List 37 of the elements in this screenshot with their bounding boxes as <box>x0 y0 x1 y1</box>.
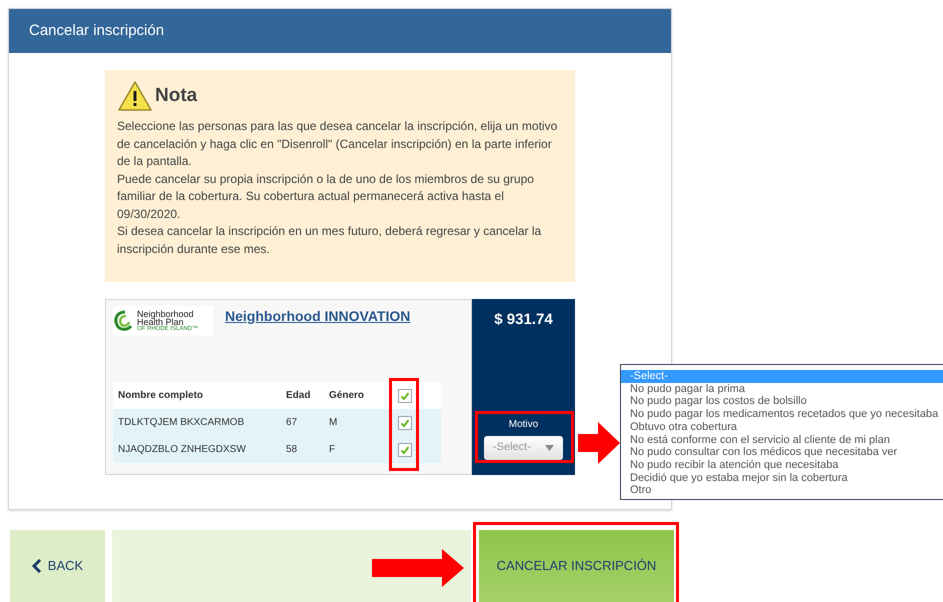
dropdown-option[interactable]: Obtuvo otra cobertura <box>621 420 943 434</box>
table-cell-text: 58 <box>286 443 298 457</box>
window-title: Cancelar inscripción <box>9 9 671 53</box>
checkbox[interactable] <box>398 388 412 402</box>
note-text: Puede cancelar su propia inscripción o la de uno de los miembros de su grupo familiar de la cobertura. Su cobertura actual permanecerá activa hasta el 09/30/2020. <box>117 170 535 222</box>
dropdown-option[interactable]: No pudo pagar los costos de bolsillo <box>621 395 943 408</box>
column-header: Nombre completo <box>117 389 204 403</box>
caret-icon <box>545 444 554 450</box>
dropdown-option[interactable]: Otro <box>621 484 943 498</box>
logo-text: Neighborhood <box>137 310 195 318</box>
chevron-left-icon <box>32 559 42 573</box>
dropdown-option[interactable]: No pudo pagar los medicamentos recetados que yo necesitaba <box>621 408 943 421</box>
warning-icon <box>117 80 153 112</box>
table-cell-text: M <box>329 416 338 430</box>
table-cell-text: NJAQDZBLO ZNHEGDXSW <box>117 443 247 457</box>
table-cell-text: TDLKTQJEM BKXCARMOB <box>117 416 246 430</box>
back-button[interactable]: BACK <box>10 530 105 602</box>
plan-price: $ 931.74 <box>494 310 553 330</box>
logo-text: Health Plan <box>137 318 184 326</box>
table-cell-text: 67 <box>286 416 298 430</box>
dropdown-option[interactable]: No pudo pagar la prima <box>621 382 943 396</box>
column-header: Género <box>329 389 366 403</box>
dropdown-option[interactable]: No pudo recibir la atención que necesitaba <box>621 458 943 472</box>
note-text: Si desea cancelar la inscripción en un mes futuro, deberá regresar y cancelar la inscripción durante ese mes. <box>117 223 542 258</box>
arrow-annotation <box>578 422 620 464</box>
dropdown-option[interactable]: Decidió que yo estaba mejor sin la cobertura <box>621 472 943 484</box>
column-header: Edad <box>286 389 312 403</box>
dropdown-option[interactable]: No está conforme con el servicio al cliente de mi plan <box>621 434 943 446</box>
note-title: Nota <box>155 84 198 108</box>
reason-label: Motivo <box>508 418 538 432</box>
checkbox[interactable] <box>398 416 412 430</box>
plan-link[interactable]: Neighborhood INNOVATION <box>225 306 410 327</box>
table-cell-text: F <box>329 443 336 457</box>
cancel-enrollment-button[interactable]: CANCELAR INSCRIPCIÓN <box>479 530 674 602</box>
checkbox[interactable] <box>398 442 412 456</box>
note-text: Seleccione las personas para las que desea cancelar la inscripción, elija un motivo de cancelación y haga clic en "Disenroll" (Cancelar inscripción) en la parte inferior de la pantalla. <box>117 118 558 170</box>
dropdown-option[interactable]: No pudo consultar con los médicos que necesitaba ver <box>621 446 943 459</box>
